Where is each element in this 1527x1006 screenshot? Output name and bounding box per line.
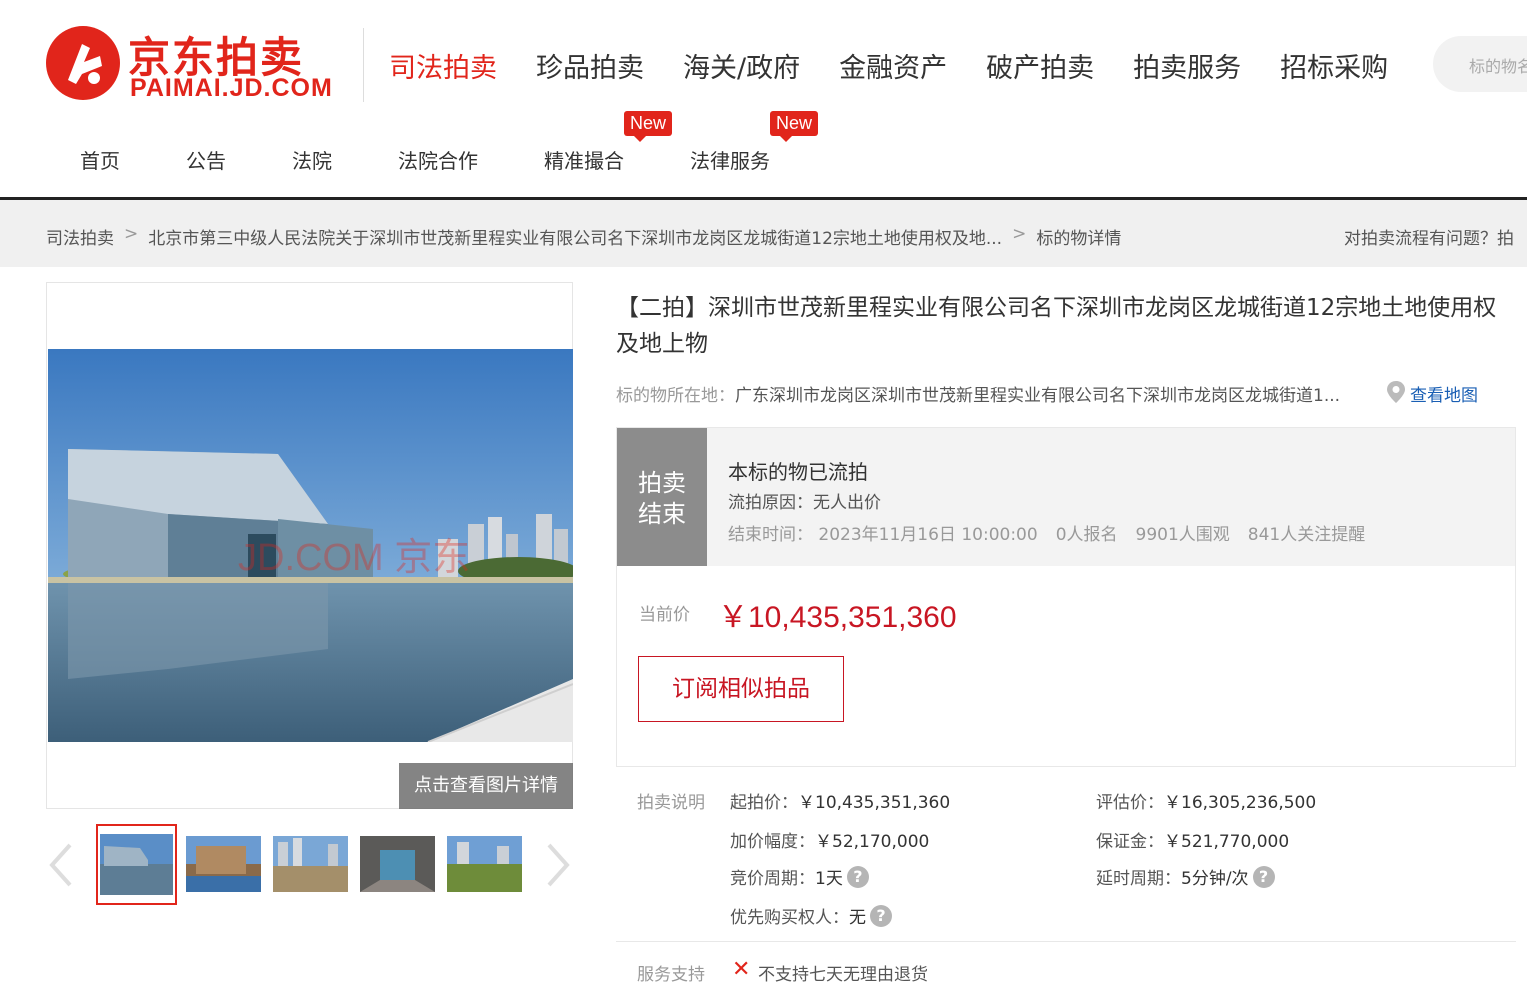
thumbnail-3[interactable] (273, 836, 348, 892)
main-nav: 司法拍卖 珍品拍卖 海关/政府 金融资产 破产拍卖 拍卖服务 招标采购 (389, 46, 1427, 85)
logo-text-en: PAIMAI.JD.COM (130, 74, 333, 102)
cycle-label: 竞价周期： (730, 869, 815, 889)
subnav-home[interactable]: 首页 (80, 145, 120, 174)
priority-label: 优先购买权人： (730, 908, 849, 928)
increment-label: 加价幅度： (730, 832, 815, 852)
view-map-link[interactable]: 查看地图 (1410, 381, 1478, 406)
appraisal-label: 评估价： (1096, 793, 1164, 813)
auction-rules-label: 拍卖说明 (637, 793, 705, 813)
jd-paimai-logo[interactable]: 京东拍卖 PAIMAI.JD.COM (46, 24, 346, 104)
nav-treasure-auction[interactable]: 珍品拍卖 (536, 46, 644, 85)
bidding-cycle: 竞价周期： 1天 ? (730, 864, 869, 889)
item-title: 【二拍】深圳市世茂新里程实业有限公司名下深圳市龙岗区龙城街道12宗地土地使用权及… (616, 295, 1497, 357)
cycle-value: 1天 (815, 869, 843, 889)
follower-count: 841人关注提醒 (1247, 525, 1366, 545)
start-price: 起拍价： ￥10,435,351,360 (730, 788, 950, 813)
map-pin-icon (1386, 380, 1406, 408)
start-price-label: 起拍价： (730, 793, 798, 813)
chevron-right-icon: > (124, 224, 139, 244)
subnav-legal-services-label: 法律服务 (690, 149, 770, 173)
current-price: ￥10,435,351,360 (718, 601, 957, 634)
thumbnail-1[interactable] (96, 824, 177, 905)
current-price-label: 当前价 (639, 605, 690, 625)
image-gallery: JD.COM 京东 点击查看图片详情 (46, 282, 573, 809)
failed-reason: 流拍原因：无人出价 (728, 493, 881, 513)
subscribe-similar-button[interactable]: 订阅相似拍品 (638, 656, 844, 722)
bid-increment: 加价幅度： ￥52,170,000 (730, 827, 929, 852)
chevron-left-icon[interactable] (46, 842, 76, 888)
subnav-precise-matching[interactable]: 精准撮合 New (544, 111, 672, 174)
breadcrumb-item-judicial[interactable]: 司法拍卖 (46, 224, 114, 249)
breadcrumb-item-current: 标的物详情 (1036, 229, 1122, 249)
priority-buyer: 优先购买权人： 无 ? (730, 903, 892, 928)
thumbnail-strip (46, 824, 573, 906)
end-time: 结束时间： 2023年11月16日 10:00:00 (728, 525, 1038, 545)
nav-financial-assets[interactable]: 金融资产 (839, 46, 947, 85)
subnav-courts[interactable]: 法院 (292, 145, 332, 174)
deposit-label: 保证金： (1096, 832, 1164, 852)
search-placeholder: 标的物名称 (1469, 57, 1527, 76)
chevron-right-icon[interactable] (543, 842, 573, 888)
nav-auction-service[interactable]: 拍卖服务 (1133, 46, 1241, 85)
jd-watermark: JD.COM 京东 (238, 537, 471, 579)
delay-label: 延时周期： (1096, 869, 1181, 889)
auction-stats: 结束时间： 2023年11月16日 10:00:00 0人报名 9901人围观 … (728, 520, 1365, 545)
section-divider (616, 941, 1516, 942)
thumbnail-4[interactable] (360, 836, 435, 892)
help-icon[interactable]: ? (870, 904, 892, 927)
priority-value: 无 (849, 908, 866, 928)
breadcrumb: 司法拍卖 > 北京市第三中级人民法院关于深圳市世茂新里程实业有限公司名下深圳市龙… (46, 224, 1121, 249)
chevron-right-icon: > (1012, 224, 1027, 244)
subnav-legal-services[interactable]: 法律服务 New (690, 111, 818, 174)
no-return-policy: 不支持七天无理由退货 (758, 965, 928, 985)
nav-tender-procurement[interactable]: 招标采购 (1280, 46, 1388, 85)
deposit-value: ￥521,770,000 (1164, 832, 1290, 852)
help-icon[interactable]: ? (846, 865, 869, 888)
service-support-label: 服务支持 (637, 965, 705, 985)
logo-mark-icon (46, 26, 120, 100)
appraisal-price: 评估价： ￥16,305,236,500 (1096, 788, 1316, 813)
view-count: 9901人围观 (1135, 525, 1230, 545)
status-tag-line2: 结束 (638, 500, 686, 528)
breadcrumb-item-announcement[interactable]: 北京市第三中级人民法院关于深圳市世茂新里程实业有限公司名下深圳市龙岗区龙城街道1… (148, 224, 1002, 249)
thumbnail-5[interactable] (447, 836, 522, 892)
cross-icon: ✕ (732, 957, 751, 982)
item-location: 标的物所在地：广东深圳市龙岗区深圳市世茂新里程实业有限公司名下深圳市龙岗区龙城街… (616, 381, 1340, 406)
delay-value: 5分钟/次 (1181, 869, 1249, 889)
nav-customs-government[interactable]: 海关/政府 (683, 46, 800, 85)
status-tag-line1: 拍卖 (638, 469, 686, 497)
logo-divider (363, 28, 364, 102)
new-badge: New (769, 111, 818, 142)
view-image-detail-button[interactable]: 点击查看图片详情 (399, 763, 573, 809)
delay-cycle: 延时周期： 5分钟/次 ? (1096, 864, 1275, 889)
start-price-value: ￥10,435,351,360 (798, 793, 951, 813)
location-value: 广东深圳市龙岗区深圳市世茂新里程实业有限公司名下深圳市龙岗区龙城街道1... (735, 386, 1341, 406)
location-label: 标的物所在地： (616, 386, 735, 406)
signup-count: 0人报名 (1055, 525, 1118, 545)
auction-ended-tag: 拍卖 结束 (617, 428, 707, 566)
main-photo[interactable]: JD.COM 京东 (48, 349, 573, 742)
process-help-link[interactable]: 对拍卖流程有问题？拍 (1344, 224, 1514, 249)
status-headline: 本标的物已流拍 (728, 460, 868, 484)
thumbnail-2[interactable] (186, 836, 261, 892)
increment-value: ￥52,170,000 (815, 832, 930, 852)
search-input[interactable]: 标的物名称 (1433, 36, 1527, 92)
sub-nav: 首页 公告 法院 法院合作 精准撮合 New 法律服务 New (80, 111, 818, 174)
subnav-court-cooperation[interactable]: 法院合作 (398, 145, 478, 174)
new-badge: New (623, 111, 672, 142)
subnav-announcements[interactable]: 公告 (186, 145, 226, 174)
help-icon[interactable]: ? (1252, 865, 1275, 888)
nav-bankruptcy-auction[interactable]: 破产拍卖 (986, 46, 1094, 85)
nav-judicial-auction[interactable]: 司法拍卖 (389, 46, 497, 85)
deposit: 保证金： ￥521,770,000 (1096, 827, 1289, 852)
appraisal-value: ￥16,305,236,500 (1164, 793, 1317, 813)
subnav-precise-matching-label: 精准撮合 (544, 149, 624, 173)
auction-status-panel: 拍卖 结束 本标的物已流拍 流拍原因：无人出价 结束时间： 2023年11月16… (616, 427, 1516, 767)
